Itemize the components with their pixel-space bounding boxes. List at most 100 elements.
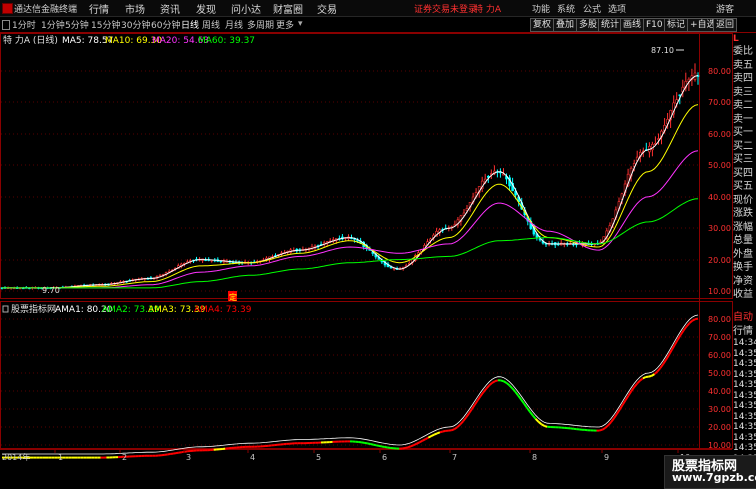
menu-xuanxiang[interactable]: 选项 <box>608 2 626 15</box>
ama-segment <box>365 443 368 444</box>
period-weekly[interactable]: 周线 <box>202 18 220 31</box>
panel-toggle-icon[interactable] <box>2 20 10 30</box>
ama-segment <box>536 419 539 422</box>
date-label-4: 4 <box>250 453 255 462</box>
tick-time: 14:35 <box>733 349 756 359</box>
mark-button[interactable]: 标记 <box>664 18 688 32</box>
period-toolbar: 1分时 1分钟 5分钟 15分钟 30分钟 60分钟 日线 周线 月线 多周期 … <box>0 17 756 33</box>
high-price-label: 87.10 <box>651 46 674 55</box>
tick-time: 14:35 <box>733 380 756 390</box>
stock-name-title: 特 力A <box>474 2 501 15</box>
f10-button[interactable]: F10 <box>643 18 666 32</box>
ama-segment <box>660 364 663 368</box>
guest-label[interactable]: 游客 <box>716 2 734 15</box>
ama-segment <box>649 376 652 377</box>
period-1min[interactable]: 1分钟 <box>41 18 65 31</box>
ama-segment <box>637 381 640 384</box>
ama-segment <box>373 445 376 446</box>
ama-segment <box>608 422 611 425</box>
ama-segment <box>428 436 431 438</box>
main-chart-frame <box>1 34 733 299</box>
chart-area[interactable]: 特 力A (日线) MA5: 78.57 MA10: 69.30 MA20: 5… <box>0 33 756 487</box>
menu-xitong[interactable]: 系统 <box>557 2 575 15</box>
ama-segment <box>402 448 405 449</box>
price-tick-40: 40.00 <box>708 193 731 202</box>
chevron-down-icon[interactable]: ▾ <box>298 19 303 29</box>
ama-segment <box>605 425 608 428</box>
ma20-line <box>2 151 698 288</box>
ama4-label: AMA4: 73.39 <box>194 305 252 315</box>
auto-label[interactable]: 自动 <box>733 308 756 323</box>
ama-segment <box>481 392 484 396</box>
menu-faxian[interactable]: 发现 <box>196 1 216 16</box>
marker-text: 定 <box>229 292 237 302</box>
multi-stock-button[interactable]: 多股 <box>576 18 600 32</box>
ama-segment <box>489 383 492 386</box>
ama-segment <box>423 439 426 441</box>
price-tick-80: 80.00 <box>708 67 731 76</box>
ama-segment <box>492 381 495 383</box>
ma60-label: MA60: 39.37 <box>198 36 255 46</box>
ama-segment <box>510 385 513 388</box>
ama-segment <box>692 319 695 321</box>
fuquan-button[interactable]: 复权 <box>530 18 554 32</box>
date-label-7: 7 <box>452 453 457 462</box>
menu-jiaoyi[interactable]: 交易 <box>317 1 337 16</box>
menu-zixun[interactable]: 资讯 <box>160 1 180 16</box>
draw-line-button[interactable]: 画线 <box>620 18 644 32</box>
menu-hangqing[interactable]: 行情 <box>89 1 109 16</box>
price-tick-70: 70.00 <box>708 98 731 107</box>
ama-segment <box>362 442 365 443</box>
tick-time: 14:35 <box>733 422 756 432</box>
ama-segment <box>173 453 176 454</box>
period-multi[interactable]: 多周期 <box>247 18 274 31</box>
ama-segment <box>512 388 515 391</box>
ama-segment <box>527 408 530 412</box>
quote-label[interactable]: 行情 <box>733 322 756 337</box>
ama-segment <box>657 368 660 371</box>
main-legend-title: 特 力A (日线) <box>3 34 58 46</box>
period-15min[interactable]: 15分钟 <box>91 18 120 31</box>
tick-time: 14:35 <box>733 359 756 369</box>
period-30min[interactable]: 30分钟 <box>121 18 150 31</box>
stats-button[interactable]: 统计 <box>598 18 622 32</box>
date-label-3: 3 <box>186 453 191 462</box>
ama-segment <box>686 323 689 326</box>
period-monthly[interactable]: 月线 <box>225 18 243 31</box>
period-5min[interactable]: 5分钟 <box>65 18 89 31</box>
price-tick-50: 50.00 <box>708 161 731 170</box>
ind-tick-80: 80.00 <box>708 315 731 324</box>
ama-segment <box>382 447 385 448</box>
ama-segment <box>411 445 414 446</box>
back-button[interactable]: 返回 <box>713 18 737 32</box>
period-60min[interactable]: 60分钟 <box>151 18 180 31</box>
ama-segment <box>518 396 521 400</box>
period-daily[interactable]: 日线 <box>181 18 199 31</box>
ama-segment <box>544 426 547 427</box>
menu-caifuquan[interactable]: 财富圈 <box>273 1 303 16</box>
ama-segment <box>434 433 437 434</box>
tick-time: 14:35 <box>733 401 756 411</box>
ama-segment <box>524 404 527 408</box>
menu-gongneng[interactable]: 功能 <box>532 2 550 15</box>
period-more[interactable]: 更多 <box>276 18 294 31</box>
login-status[interactable]: 证券交易未登录 <box>414 2 477 15</box>
ama-segment <box>417 442 420 443</box>
ama-segment <box>599 430 602 431</box>
ama-segment <box>634 384 637 388</box>
ma5-line <box>2 76 698 288</box>
ama-segment <box>370 444 373 445</box>
menu-shichang[interactable]: 市场 <box>125 1 145 16</box>
price-tick-20: 20.00 <box>708 256 731 265</box>
candlestick-series <box>1 63 699 289</box>
ama-segment <box>414 444 417 445</box>
ama-lines <box>2 315 698 458</box>
ind-tick-40: 40.00 <box>708 387 731 396</box>
overlay-button[interactable]: 叠加 <box>553 18 577 32</box>
menu-gongshi[interactable]: 公式 <box>583 2 601 15</box>
ama-segment <box>507 383 510 385</box>
main-gridlines <box>1 71 699 291</box>
date-label-2014: 2014年 <box>2 452 30 462</box>
period-1min-time[interactable]: 1分时 <box>12 18 36 31</box>
menu-wenxiaoda[interactable]: 问小达 <box>231 1 261 16</box>
